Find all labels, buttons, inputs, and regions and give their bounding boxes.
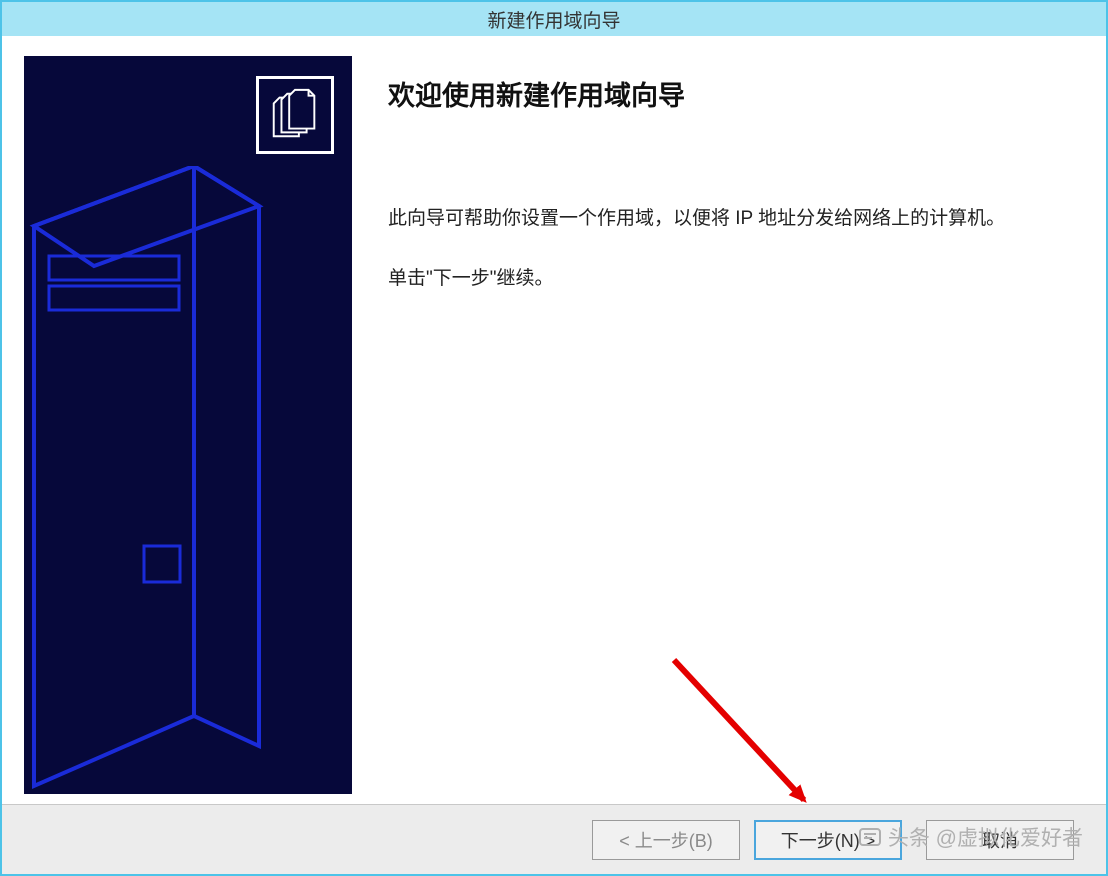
server-outline-icon xyxy=(24,166,274,794)
wizard-body: 欢迎使用新建作用域向导 此向导可帮助你设置一个作用域，以便将 IP 地址分发给网… xyxy=(2,36,1106,804)
description-line-1: 此向导可帮助你设置一个作用域，以便将 IP 地址分发给网络上的计算机。 xyxy=(388,203,1054,235)
back-button[interactable]: < 上一步(B) xyxy=(592,820,740,860)
title-bar: 新建作用域向导 xyxy=(2,2,1106,36)
sidebar-graphic xyxy=(24,56,352,794)
welcome-heading: 欢迎使用新建作用域向导 xyxy=(388,74,1054,113)
description-line-2: 单击"下一步"继续。 xyxy=(388,263,1054,295)
content-area: 欢迎使用新建作用域向导 此向导可帮助你设置一个作用域，以便将 IP 地址分发给网… xyxy=(352,56,1084,794)
folders-icon xyxy=(256,76,334,154)
button-bar: < 上一步(B) 下一步(N) > 取消 xyxy=(2,804,1106,874)
cancel-button[interactable]: 取消 xyxy=(926,820,1074,860)
next-button[interactable]: 下一步(N) > xyxy=(754,820,902,860)
wizard-window: 新建作用域向导 xyxy=(0,0,1108,876)
window-title: 新建作用域向导 xyxy=(487,6,620,33)
